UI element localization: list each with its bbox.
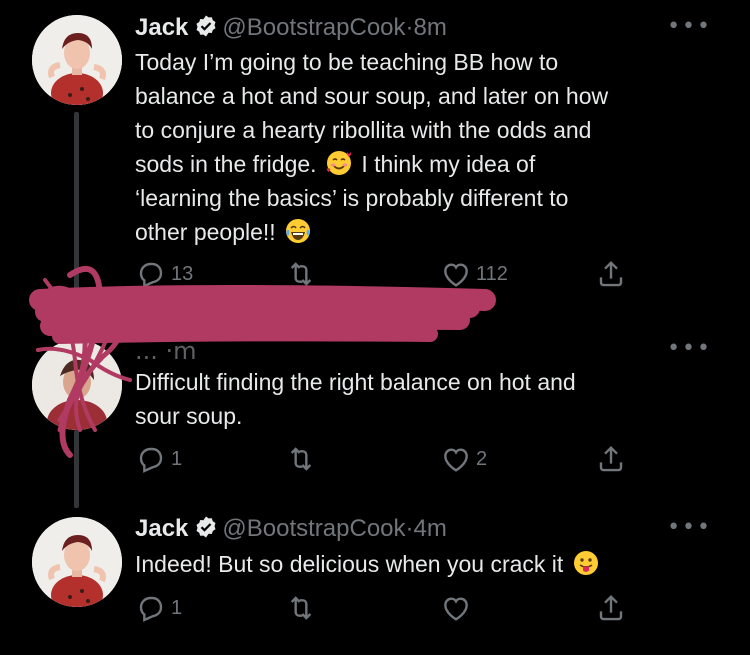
reply-button[interactable]: 13 (135, 258, 193, 290)
tears-of-joy-emoji (284, 217, 312, 245)
avatar-image (32, 15, 122, 105)
display-name[interactable]: Jack (135, 14, 188, 41)
reply-count: 13 (171, 262, 194, 285)
like-count: 2 (476, 447, 488, 470)
text-line: sods in the fridge. I think my idea of (135, 147, 710, 181)
handle[interactable]: @BootstrapCook (222, 14, 405, 41)
tweet-text: Today I’m going to be teaching BB how to… (135, 45, 710, 249)
reply-count: 1 (171, 447, 183, 470)
reply-button[interactable]: 1 (135, 592, 182, 624)
handle[interactable]: @BootstrapCook (222, 515, 405, 542)
text-line: Today I’m going to be teaching BB how to (135, 49, 559, 75)
avatar[interactable] (32, 340, 122, 430)
text-segment: sods in the fridge. (135, 151, 317, 177)
reply-button[interactable]: 1 (135, 443, 182, 475)
text-segment: I think my idea of (361, 151, 536, 177)
text-line: ‘learning the basics’ is probably differ… (135, 185, 569, 211)
retweet-button[interactable] (285, 258, 321, 290)
verified-badge-icon (194, 515, 218, 546)
like-button[interactable] (440, 592, 476, 624)
retweet-icon (290, 596, 312, 620)
verified-badge-icon (194, 14, 218, 45)
tweet-1[interactable]: Jack @BootstrapCook·8m ••• Today I’m goin… (0, 0, 750, 312)
display-name[interactable]: Jack (135, 515, 188, 542)
reply-icon (139, 596, 163, 622)
share-button[interactable] (595, 592, 627, 624)
heart-icon (444, 597, 468, 621)
text-line: sour soup. (135, 403, 243, 429)
tweet-2[interactable]: ... ·m ••• Difficult finding the right b… (0, 310, 750, 508)
avatar-image (32, 517, 122, 607)
text-line: other people!! (135, 215, 710, 249)
share-icon (599, 594, 623, 621)
like-button[interactable]: 112 (440, 258, 508, 290)
text-line: to conjure a hearty ribollita with the o… (135, 117, 592, 143)
tweet-3[interactable]: Jack @BootstrapCook·4m ••• Indeed! But so… (0, 500, 750, 655)
tweet-actions: 13 112 (135, 258, 635, 294)
avatar-image (32, 340, 122, 430)
share-button[interactable] (595, 443, 627, 475)
tweet-text: Indeed! But so delicious when you crack … (135, 547, 710, 581)
tweet-header: Jack @BootstrapCook·4m (135, 513, 447, 546)
avatar[interactable] (32, 15, 122, 105)
like-button[interactable]: 2 (440, 443, 487, 475)
more-dots-icon[interactable]: ••• (667, 515, 712, 540)
like-count: 112 (476, 262, 508, 285)
tweet-actions: 1 (135, 592, 635, 628)
text-segment: other people!! (135, 219, 276, 245)
retweet-button[interactable] (285, 443, 321, 475)
separator: · (405, 14, 414, 41)
avatar[interactable] (32, 517, 122, 607)
share-icon (599, 445, 623, 472)
retweet-icon (290, 447, 312, 471)
reply-count: 1 (171, 596, 183, 619)
share-button[interactable] (595, 258, 627, 290)
timestamp[interactable]: 4m (414, 515, 447, 542)
tweet-header: Jack @BootstrapCook·8m (135, 12, 447, 45)
reply-icon (139, 447, 163, 473)
smiling-face-with-hearts-emoji (325, 149, 353, 177)
more-dots-icon[interactable]: ••• (667, 336, 712, 361)
tweet-text: Difficult finding the right balance on h… (135, 365, 710, 433)
reply-icon (139, 262, 163, 288)
heart-icon (444, 263, 468, 287)
text-line: balance a hot and sour soup, and later o… (135, 83, 609, 109)
retweet-icon (290, 262, 312, 286)
face-with-tongue-emoji (572, 549, 600, 577)
separator: · (405, 515, 414, 542)
thread-line (74, 112, 79, 312)
more-dots-icon[interactable]: ••• (667, 14, 712, 39)
thread-line (74, 430, 79, 508)
text-segment: Indeed! But so delicious when you crack … (135, 551, 564, 577)
text-line: Difficult finding the right balance on h… (135, 369, 576, 395)
tweet-actions: 1 2 (135, 443, 635, 479)
obscured-header-text: ... ·m (135, 337, 197, 365)
heart-icon (444, 448, 468, 472)
tweet-header-obscured: ... ·m (135, 336, 197, 366)
retweet-button[interactable] (285, 592, 321, 624)
share-icon (599, 260, 623, 287)
timestamp[interactable]: 8m (414, 14, 447, 41)
